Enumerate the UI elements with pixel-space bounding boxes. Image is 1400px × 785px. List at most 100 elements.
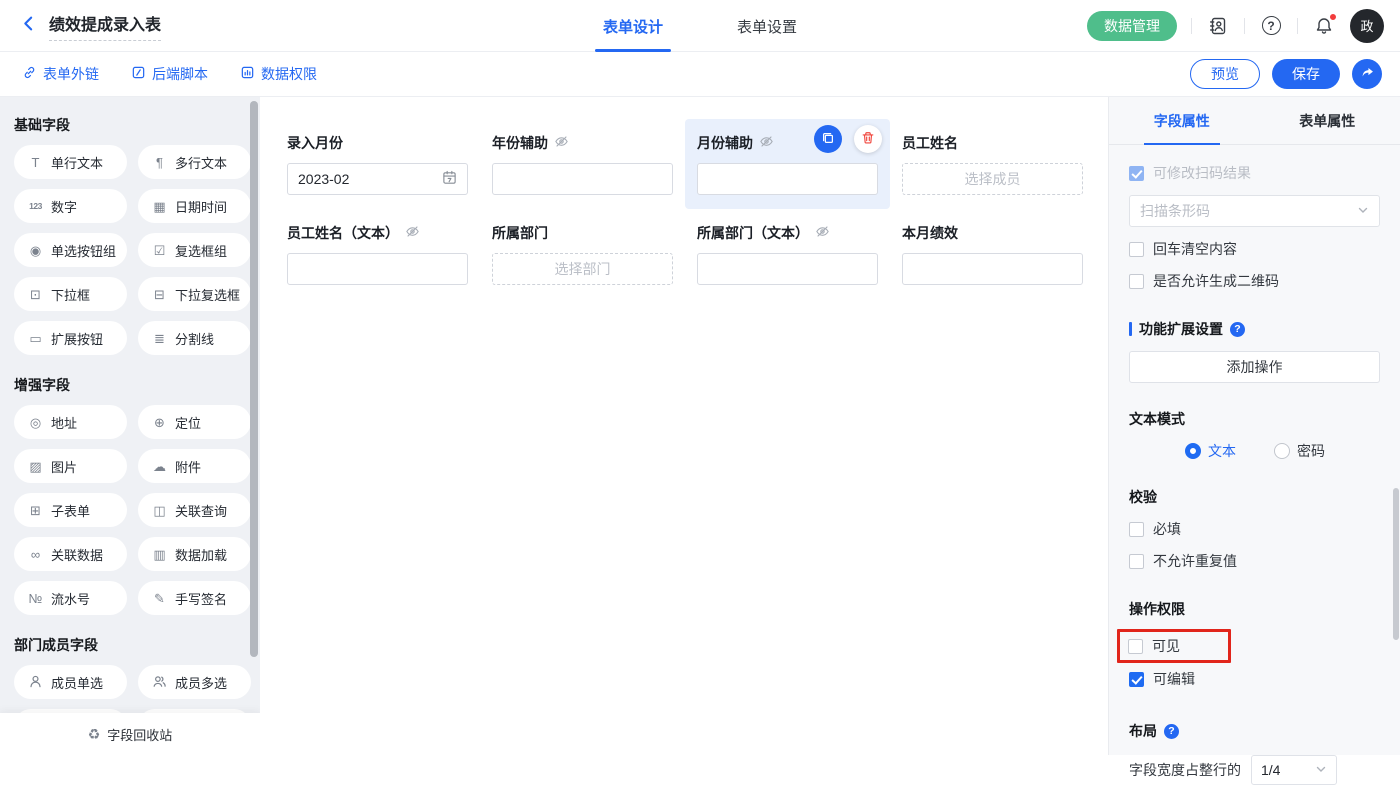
radio-text-option[interactable]: 文本 bbox=[1185, 441, 1236, 461]
field-department[interactable]: 所属部门 选择部门 bbox=[480, 209, 685, 299]
field-type-divider[interactable]: ≣分割线 bbox=[138, 321, 251, 355]
help-icon[interactable]: ? bbox=[1259, 14, 1283, 38]
tab-form-settings[interactable]: 表单设置 bbox=[729, 0, 805, 52]
field-width-select[interactable]: 1/4 bbox=[1251, 755, 1337, 785]
field-month-helper-selected[interactable]: 月份辅助 bbox=[685, 119, 890, 209]
help-filled-icon[interactable]: ? bbox=[1230, 322, 1245, 337]
recycle-label: 字段回收站 bbox=[107, 725, 172, 744]
contact-book-icon[interactable] bbox=[1206, 14, 1230, 38]
field-type-dropdown[interactable]: ⊡下拉框 bbox=[14, 277, 127, 311]
header-tabs: 表单设计 表单设置 bbox=[595, 0, 805, 52]
editable-checkbox-row[interactable]: 可编辑 bbox=[1129, 669, 1380, 689]
back-button[interactable] bbox=[20, 15, 37, 37]
field-type-multi-dropdown[interactable]: ⊟下拉复选框 bbox=[138, 277, 251, 311]
field-type-label: 多行文本 bbox=[175, 153, 227, 172]
field-recycle-bin-button[interactable]: ♻ 字段回收站 bbox=[0, 713, 260, 755]
external-link-label: 表单外链 bbox=[43, 64, 99, 84]
checkbox-unchecked[interactable] bbox=[1129, 554, 1144, 569]
department-picker[interactable]: 选择部门 bbox=[492, 253, 673, 285]
checkbox-unchecked[interactable] bbox=[1129, 242, 1144, 257]
no-duplicate-checkbox-row[interactable]: 不允许重复值 bbox=[1129, 551, 1380, 571]
field-type-label: 分割线 bbox=[175, 329, 214, 348]
allow-qr-checkbox-row[interactable]: 是否允许生成二维码 bbox=[1129, 271, 1380, 291]
tab-form-design[interactable]: 表单设计 bbox=[595, 0, 671, 52]
field-type-radio-group[interactable]: ◉单选按钮组 bbox=[14, 233, 127, 267]
field-type-address[interactable]: ◎地址 bbox=[14, 405, 127, 439]
visible-checkbox[interactable] bbox=[1128, 639, 1143, 654]
field-type-member-multi[interactable]: 成员多选 bbox=[138, 665, 251, 699]
field-type-serial-number[interactable]: №流水号 bbox=[14, 581, 127, 615]
field-type-checkbox-group[interactable]: ☑复选框组 bbox=[138, 233, 251, 267]
field-employee-name-text[interactable]: 员工姓名（文本） bbox=[275, 209, 480, 299]
help-filled-icon[interactable]: ? bbox=[1164, 724, 1179, 739]
field-width-value: 1/4 bbox=[1261, 762, 1280, 778]
field-type-linked-data[interactable]: ∞关联数据 bbox=[14, 537, 127, 571]
field-type-image[interactable]: ▨图片 bbox=[14, 449, 127, 483]
date-input[interactable]: 2023-02 bbox=[287, 163, 468, 195]
extension-section-title: 功能扩展设置 bbox=[1139, 319, 1223, 339]
external-link-button[interactable]: 表单外链 bbox=[22, 64, 99, 84]
serial-number-icon: № bbox=[27, 592, 44, 605]
checkbox-unchecked[interactable] bbox=[1129, 274, 1144, 289]
field-entry-month[interactable]: 录入月份 2023-02 bbox=[275, 119, 480, 209]
notification-bell-icon[interactable] bbox=[1312, 14, 1336, 38]
field-type-extend-button[interactable]: ▭扩展按钮 bbox=[14, 321, 127, 355]
field-type-subform[interactable]: ⊞子表单 bbox=[14, 493, 127, 527]
scan-type-select[interactable]: 扫描条形码 bbox=[1129, 195, 1380, 227]
field-type-single-text[interactable]: T单行文本 bbox=[14, 145, 127, 179]
tab-field-properties[interactable]: 字段属性 bbox=[1109, 97, 1255, 144]
text-input[interactable] bbox=[287, 253, 468, 285]
field-type-member-single[interactable]: 成员单选 bbox=[14, 665, 127, 699]
layout-section-header: 布局 ? bbox=[1129, 721, 1380, 741]
field-department-text[interactable]: 所属部门（文本） bbox=[685, 209, 890, 299]
section-accent-bar bbox=[1129, 322, 1132, 336]
field-label: 所属部门（文本） bbox=[697, 223, 878, 243]
editable-checkbox-checked[interactable] bbox=[1129, 672, 1144, 687]
field-type-multi-text[interactable]: ¶多行文本 bbox=[138, 145, 251, 179]
field-type-datetime[interactable]: ▦日期时间 bbox=[138, 189, 251, 223]
share-button[interactable] bbox=[1352, 59, 1382, 89]
enter-clear-checkbox-row[interactable]: 回车清空内容 bbox=[1129, 239, 1380, 259]
checkbox-unchecked[interactable] bbox=[1129, 522, 1144, 537]
checkbox-icon: ☑ bbox=[151, 244, 168, 257]
copy-field-button[interactable] bbox=[814, 125, 842, 153]
field-year-helper[interactable]: 年份辅助 bbox=[480, 119, 685, 209]
field-type-label: 下拉复选框 bbox=[175, 285, 240, 304]
field-type-attachment[interactable]: ☁附件 bbox=[138, 449, 251, 483]
field-type-label: 手写签名 bbox=[175, 589, 227, 608]
text-input[interactable] bbox=[492, 163, 673, 195]
field-type-data-load[interactable]: ▥数据加载 bbox=[138, 537, 251, 571]
panel-scrollbar[interactable] bbox=[1393, 488, 1399, 640]
required-checkbox-row[interactable]: 必填 bbox=[1129, 519, 1380, 539]
preview-button[interactable]: 预览 bbox=[1190, 59, 1260, 89]
data-manage-button[interactable]: 数据管理 bbox=[1087, 11, 1177, 41]
field-label: 员工姓名 bbox=[902, 133, 1083, 153]
radio-unselected[interactable] bbox=[1274, 443, 1290, 459]
field-type-label: 附件 bbox=[175, 457, 201, 476]
field-type-geolocate[interactable]: ⊕定位 bbox=[138, 405, 251, 439]
delete-field-button[interactable] bbox=[854, 125, 882, 153]
eye-off-icon bbox=[759, 134, 774, 152]
sidebar-scrollbar[interactable] bbox=[250, 101, 258, 657]
text-input[interactable] bbox=[697, 163, 878, 195]
data-permission-label: 数据权限 bbox=[261, 64, 317, 84]
radio-password-option[interactable]: 密码 bbox=[1274, 441, 1325, 461]
field-month-performance[interactable]: 本月绩效 bbox=[890, 209, 1095, 299]
tab-form-properties[interactable]: 表单属性 bbox=[1255, 97, 1400, 144]
user-avatar[interactable]: 政 bbox=[1350, 9, 1384, 43]
data-permission-button[interactable]: 数据权限 bbox=[240, 64, 317, 84]
member-picker[interactable]: 选择成员 bbox=[902, 163, 1083, 195]
field-type-number[interactable]: 123数字 bbox=[14, 189, 127, 223]
field-employee-name[interactable]: 员工姓名 选择成员 bbox=[890, 119, 1095, 209]
save-button[interactable]: 保存 bbox=[1272, 59, 1340, 89]
field-type-signature[interactable]: ✎手写签名 bbox=[138, 581, 251, 615]
checkbox-checked-disabled[interactable] bbox=[1129, 166, 1144, 181]
form-title[interactable]: 绩效提成录入表 bbox=[49, 11, 161, 41]
modify-scan-result-checkbox-row[interactable]: 可修改扫码结果 bbox=[1129, 163, 1380, 183]
backend-script-button[interactable]: 后端脚本 bbox=[131, 64, 208, 84]
text-input[interactable] bbox=[697, 253, 878, 285]
radio-selected[interactable] bbox=[1185, 443, 1201, 459]
field-type-linked-query[interactable]: ◫关联查询 bbox=[138, 493, 251, 527]
text-input[interactable] bbox=[902, 253, 1083, 285]
add-action-button[interactable]: 添加操作 bbox=[1129, 351, 1380, 383]
